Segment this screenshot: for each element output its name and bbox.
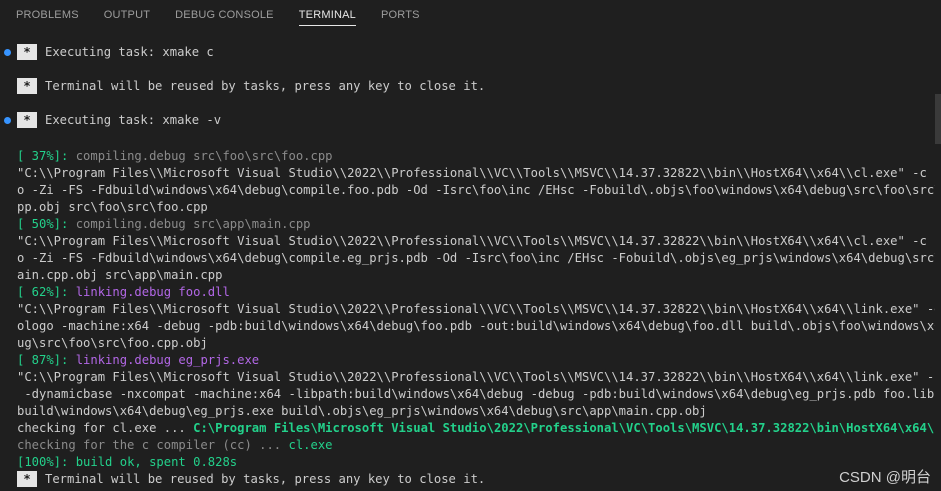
watermark: CSDN @明台	[839, 469, 931, 486]
progress-percent: [ 62%]:	[17, 285, 69, 299]
check-cc-line: checking for the c compiler (cc) ... cl.…	[17, 437, 333, 454]
check-label: checking for the c compiler (cc) ...	[17, 438, 289, 452]
progress-line: [ 50%]: compiling.debug src\app\main.cpp	[17, 216, 311, 233]
progress-line: [ 37%]: compiling.debug src\foo\src\foo.…	[17, 148, 333, 165]
progress-line: [ 87%]: linking.debug eg_prjs.exe	[17, 352, 259, 369]
output-line: pp.obj src\foo\src\foo.cpp	[17, 200, 208, 214]
output-line: o -Zi -FS -Fdbuild\windows\x64\debug\com…	[17, 183, 941, 197]
command-decoration-dot-icon[interactable]	[4, 49, 11, 56]
progress-message: linking.debug eg_prjs.exe	[68, 353, 260, 367]
scrollbar-thumb[interactable]	[935, 94, 941, 144]
check-result: C:\Program Files\Microsoft Visual Studio…	[193, 421, 941, 435]
output-line: -dynamicbase -nxcompat -machine:x64 -lib…	[17, 387, 941, 401]
progress-percent: [100%]:	[17, 455, 69, 469]
tab-ports[interactable]: PORTS	[381, 0, 420, 30]
output-line: "C:\\Program Files\\Microsoft Visual Stu…	[17, 234, 941, 248]
terminal-reuse-line: * Terminal will be reused by tasks, press…	[17, 471, 485, 488]
progress-message: compiling.debug src\app\main.cpp	[68, 217, 311, 231]
terminal-scrollbar[interactable]	[935, 38, 941, 491]
output-line: ain.cpp.obj src\app\main.cpp	[17, 268, 223, 282]
progress-line: [ 62%]: linking.debug foo.dll	[17, 284, 230, 301]
task-executing-line: * Executing task: xmake -v	[17, 112, 221, 129]
task-star-badge: *	[17, 471, 37, 487]
task-star-badge: *	[17, 78, 37, 94]
terminal-reuse-line: * Terminal will be reused by tasks, press…	[17, 78, 485, 95]
tab-problems[interactable]: PROBLEMS	[16, 0, 79, 30]
check-result: cl.exe	[288, 438, 333, 452]
command-decoration-dot-icon[interactable]	[4, 117, 11, 124]
progress-message: build ok, spent 0.828s	[68, 455, 238, 469]
task-text: Executing task: xmake -v	[45, 113, 222, 127]
output-line: "C:\\Program Files\\Microsoft Visual Stu…	[17, 302, 941, 316]
output-line: ologo -machine:x64 -debug -pdb:build\win…	[17, 319, 941, 333]
progress-percent: [ 87%]:	[17, 353, 69, 367]
progress-percent: [ 37%]:	[17, 149, 69, 163]
panel-tab-bar: PROBLEMS OUTPUT DEBUG CONSOLE TERMINAL P…	[0, 0, 941, 30]
terminal-output[interactable]: * Executing task: xmake c * Terminal will …	[0, 38, 941, 491]
tab-debug-console[interactable]: DEBUG CONSOLE	[175, 0, 274, 30]
output-line: "C:\\Program Files\\Microsoft Visual Stu…	[17, 166, 941, 180]
reuse-text: Terminal will be reused by tasks, press …	[45, 472, 486, 486]
progress-message: linking.debug foo.dll	[68, 285, 230, 299]
task-executing-line: * Executing task: xmake c	[17, 44, 214, 61]
tab-output[interactable]: OUTPUT	[104, 0, 150, 30]
output-line: "C:\\Program Files\\Microsoft Visual Stu…	[17, 370, 941, 384]
output-line: build\windows\x64\debug\eg_prjs.exe buil…	[17, 404, 707, 418]
check-cl-line: checking for cl.exe ... C:\Program Files…	[17, 420, 941, 437]
task-star-badge: *	[17, 112, 37, 128]
check-label: checking for cl.exe ...	[17, 421, 194, 435]
task-star-badge: *	[17, 44, 37, 60]
progress-line: [100%]: build ok, spent 0.828s	[17, 454, 237, 471]
tab-terminal[interactable]: TERMINAL	[298, 0, 357, 30]
task-text: Executing task: xmake c	[45, 45, 214, 59]
reuse-text: Terminal will be reused by tasks, press …	[45, 79, 486, 93]
progress-message: compiling.debug src\foo\src\foo.cpp	[68, 149, 333, 163]
output-line: o -Zi -FS -Fdbuild\windows\x64\debug\com…	[17, 251, 941, 265]
output-line: ug\src\foo\src\foo.cpp.obj	[17, 336, 208, 350]
progress-percent: [ 50%]:	[17, 217, 69, 231]
